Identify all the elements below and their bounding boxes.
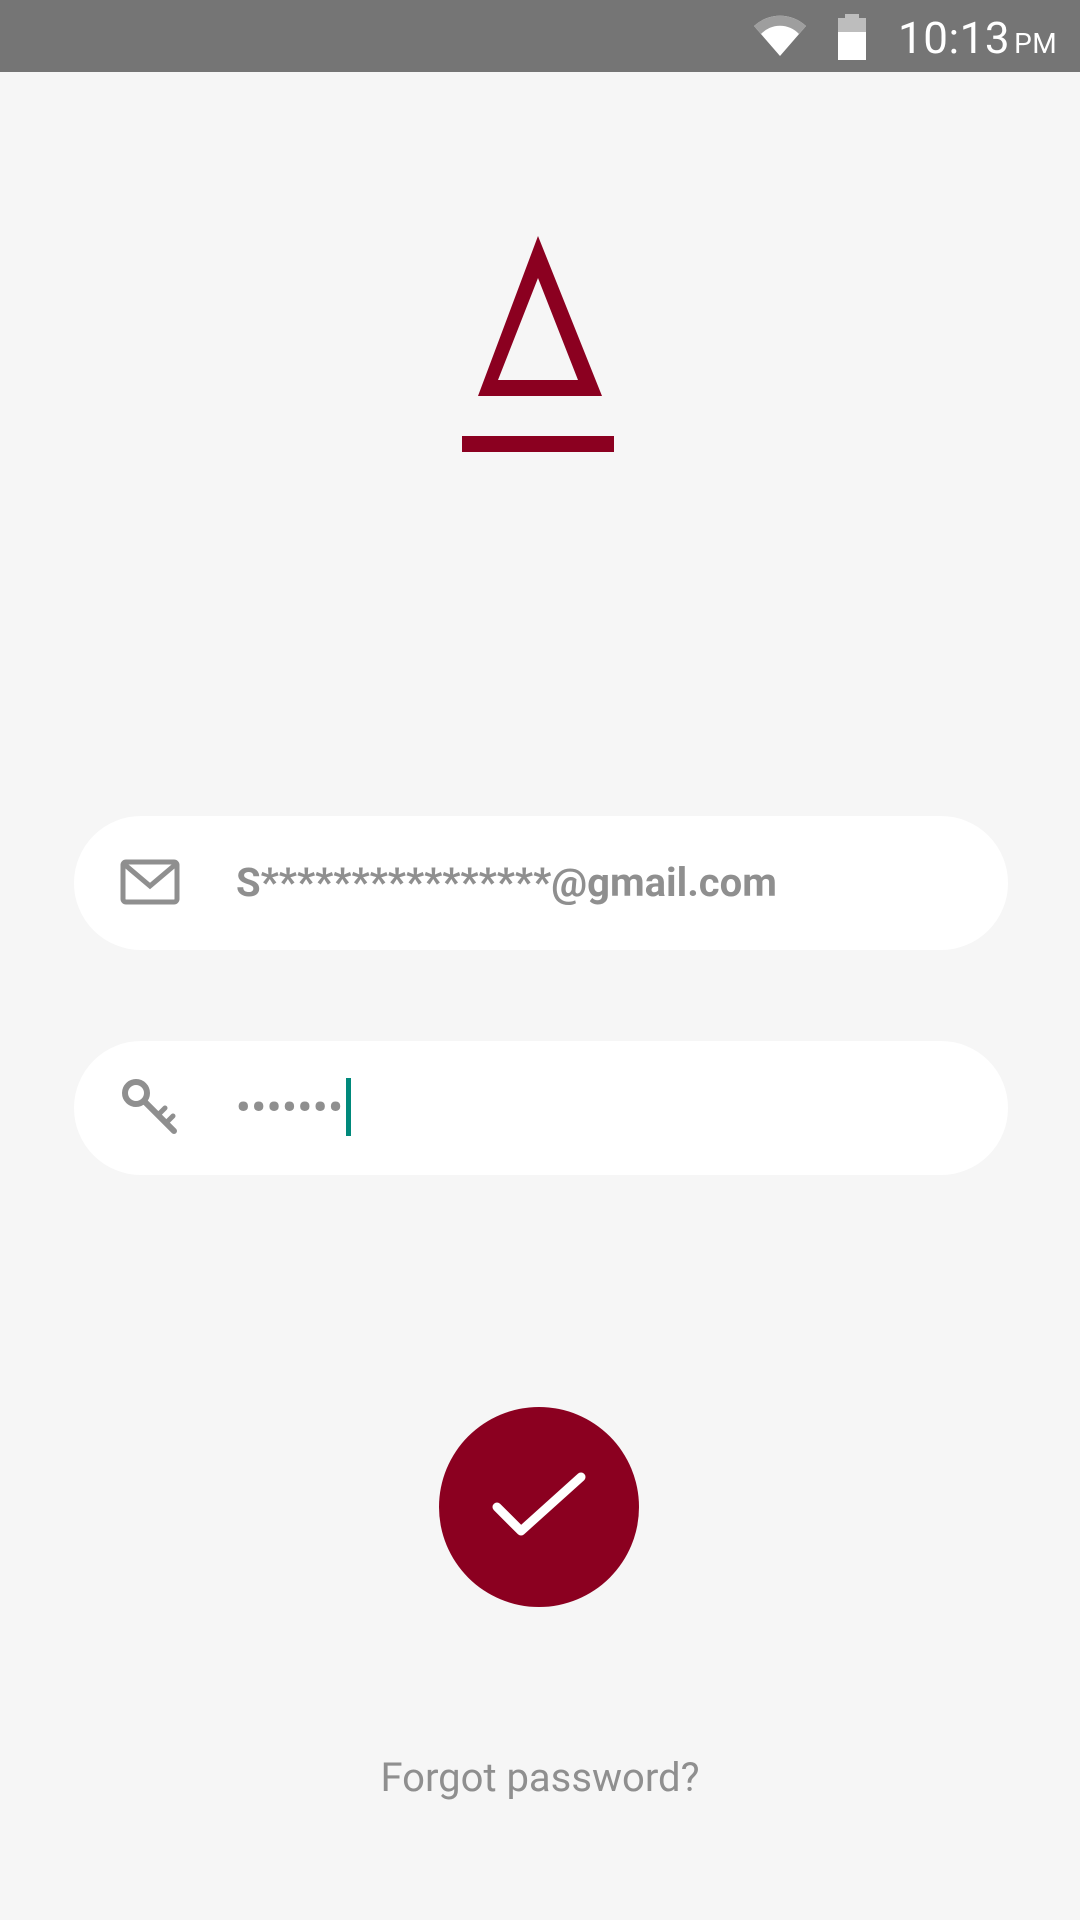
- text-cursor: [345, 1078, 351, 1137]
- submit-button[interactable]: [439, 1407, 639, 1607]
- forgot-password-link[interactable]: Forgot password?: [0, 1748, 1080, 1808]
- checkmark-icon: [492, 1472, 586, 1536]
- password-value[interactable]: •••••••: [236, 1041, 351, 1175]
- email-field[interactable]: S****************@gmail.com: [74, 816, 1008, 950]
- password-dots: •••••••: [236, 1084, 344, 1131]
- brand-logo: [462, 236, 614, 452]
- clock-time: 10:13: [898, 12, 1011, 64]
- wifi-icon: [754, 15, 806, 57]
- password-field[interactable]: •••••••: [74, 1041, 1008, 1175]
- battery-icon: [838, 14, 866, 60]
- mail-icon: [120, 859, 180, 905]
- clock-ampm: PM: [1014, 27, 1058, 60]
- status-time: 10:13 PM: [898, 14, 1057, 62]
- email-value[interactable]: S****************@gmail.com: [236, 816, 777, 950]
- key-icon: [122, 1079, 177, 1134]
- status-bar: 10:13 PM: [0, 0, 1080, 72]
